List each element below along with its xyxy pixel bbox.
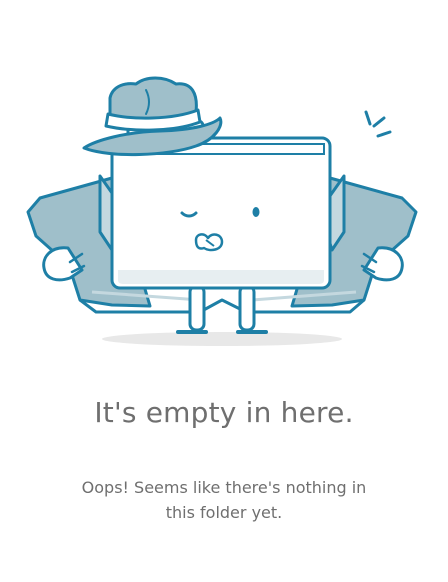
folder-character-icon	[26, 76, 418, 346]
empty-state: It's empty in here. Oops! Seems like the…	[0, 0, 448, 582]
empty-state-title: It's empty in here.	[94, 396, 354, 429]
empty-state-message: Oops! Seems like there's nothing in this…	[81, 478, 367, 522]
